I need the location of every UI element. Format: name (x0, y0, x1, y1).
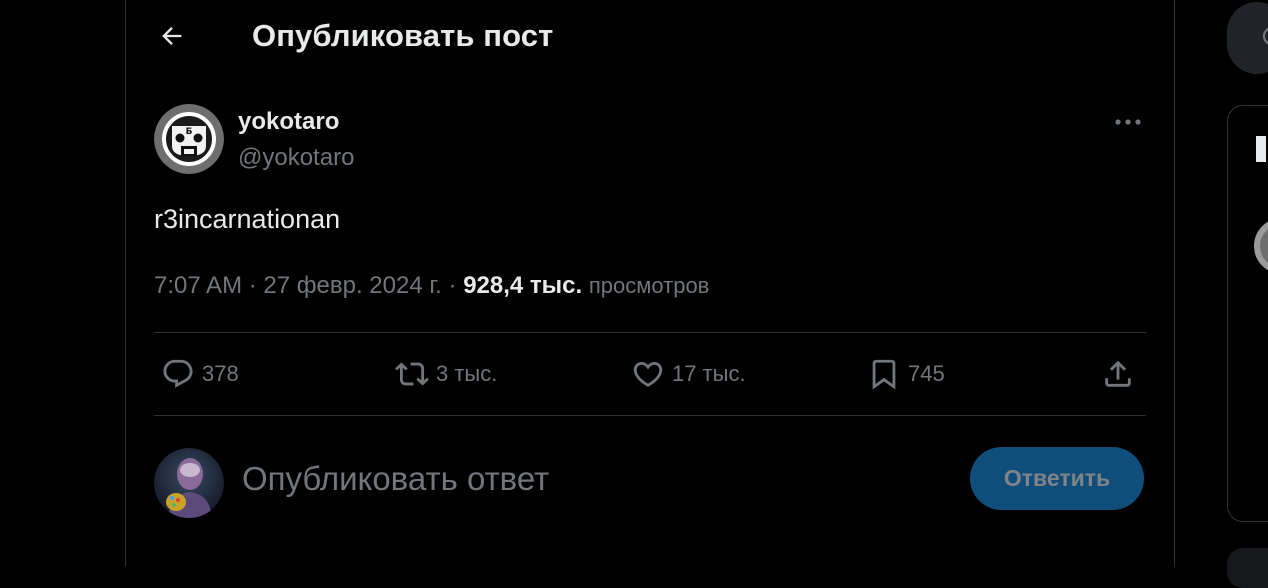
main-column: Опубликовать пост Б yokotaro @yokotaro r… (125, 0, 1175, 566)
reply-count: 378 (202, 361, 239, 386)
more-options-button[interactable] (1110, 108, 1146, 136)
user-avatar[interactable] (154, 448, 224, 518)
like-count: 17 тыс. (672, 361, 746, 386)
meta-separator: · (448, 272, 464, 299)
reply-action[interactable]: 378 (160, 355, 239, 393)
page-title: Опубликовать пост (252, 18, 554, 53)
tweet-date[interactable]: 27 февр. 2024 г. (263, 272, 441, 299)
author-name[interactable]: yokotaro (238, 108, 339, 136)
page-header: Опубликовать пост (126, 0, 1174, 76)
tweet-actions: 378 3 тыс. 17 тыс. 745 (154, 333, 1146, 415)
share-icon (1100, 356, 1136, 392)
bookmark-count: 745 (908, 361, 945, 386)
tweet-time[interactable]: 7:07 AM (154, 272, 242, 299)
heart-icon (630, 356, 666, 392)
panel-heading-fragment (1256, 136, 1266, 162)
repost-action[interactable]: 3 тыс. (394, 355, 497, 393)
views-label: просмотров (588, 273, 710, 298)
search-icon (1261, 25, 1268, 56)
reply-icon (160, 356, 196, 392)
reply-submit-button[interactable]: Ответить (970, 447, 1144, 510)
divider (154, 415, 1146, 416)
svg-text:Б: Б (186, 127, 193, 137)
author-avatar[interactable]: Б (154, 104, 224, 174)
search-box[interactable] (1227, 2, 1268, 74)
more-dots-icon (1114, 113, 1142, 131)
reply-composer: Ответить (154, 446, 1146, 518)
bookmark-icon (866, 356, 902, 392)
panel-avatar-fragment[interactable] (1254, 218, 1268, 274)
tweet-text: r3incarnationan (154, 204, 341, 234)
sidebar-panel-2 (1227, 548, 1268, 588)
reply-input[interactable] (240, 456, 840, 502)
meta-separator: · (248, 272, 264, 299)
author-handle[interactable]: @yokotaro (238, 144, 354, 172)
like-action[interactable]: 17 тыс. (630, 355, 746, 393)
repost-icon (394, 356, 430, 392)
back-button[interactable] (154, 20, 190, 56)
views-count: 928,4 тыс. (463, 272, 583, 299)
repost-count: 3 тыс. (436, 361, 498, 386)
bookmark-action[interactable]: 745 (866, 355, 945, 393)
share-action[interactable] (1100, 355, 1136, 393)
tweet-meta: 7:07 AM · 27 февр. 2024 г. · 928,4 тыс. … (154, 272, 709, 300)
sidebar-panel (1227, 105, 1268, 522)
arrow-left-icon (158, 22, 186, 55)
